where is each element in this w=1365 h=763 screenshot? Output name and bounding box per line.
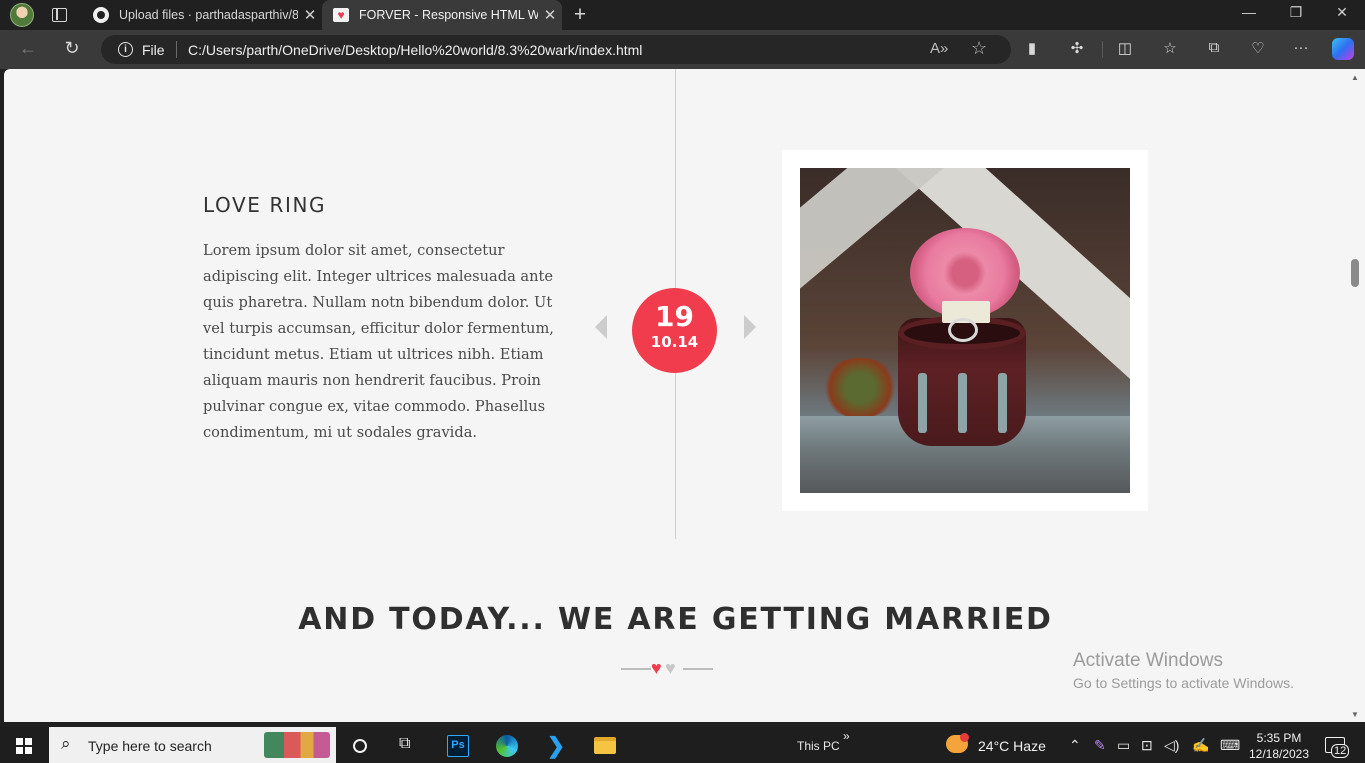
extension-icon[interactable]: ▮ [1021, 39, 1043, 57]
back-button[interactable]: ← [16, 38, 40, 59]
close-tab-icon[interactable]: ✕ [298, 6, 322, 24]
photoshop-icon[interactable]: Ps [447, 735, 469, 757]
url-text[interactable]: C:/Users/parth/OneDrive/Desktop/Hello%20… [188, 42, 642, 58]
close-tab-icon[interactable]: ✕ [538, 6, 562, 24]
collections-icon[interactable]: ⧉ [1203, 39, 1225, 56]
weather-alert-badge [960, 733, 969, 742]
notification-count-badge: 12 [1331, 744, 1350, 758]
vscode-icon[interactable]: ❯ [545, 735, 567, 757]
scrollbar-thumb[interactable] [1351, 259, 1359, 287]
profile-avatar[interactable] [10, 3, 34, 27]
tab-title: Upload files · parthadasparthiv/8 [119, 8, 298, 22]
windows-taskbar: ⌕ Type here to search ⧉ Ps ❯ This PC » 2… [0, 727, 1365, 763]
battery-icon[interactable]: ▭ [1117, 737, 1130, 754]
browser-toolbar: ← ↻ i File C:/Users/parth/OneDrive/Deskt… [0, 30, 1365, 69]
heart-outline-icon: ♥ [665, 658, 676, 678]
ring-box-photo [800, 168, 1130, 493]
page-scrollbar[interactable]: ▲ ▼ [1347, 69, 1365, 722]
file-explorer-icon[interactable] [594, 737, 616, 754]
event-month-year: 10.14 [650, 333, 699, 351]
chevron-up-icon[interactable]: ⌃ [1069, 737, 1081, 754]
search-placeholder: Type here to search [88, 738, 212, 754]
weather-text[interactable]: 24°C Haze [978, 738, 1046, 754]
section-title: AND TODAY... WE ARE GETTING MARRIED [298, 602, 1053, 637]
address-separator [176, 41, 177, 58]
previous-event-arrow-icon[interactable] [595, 315, 607, 339]
split-screen-icon[interactable]: ◫ [1114, 39, 1136, 57]
read-aloud-icon[interactable]: A» [930, 40, 948, 57]
event-photo-frame [782, 150, 1148, 511]
watermark-line2: Go to Settings to activate Windows. [1073, 675, 1294, 691]
next-event-arrow-icon[interactable] [744, 315, 756, 339]
more-menu-icon[interactable]: ··· [1290, 39, 1312, 56]
clock-date: 12/18/2023 [1248, 747, 1310, 761]
address-bar[interactable]: i File C:/Users/parth/OneDrive/Desktop/H… [101, 35, 1011, 64]
copilot-icon[interactable] [1332, 38, 1354, 60]
start-button[interactable] [16, 738, 32, 754]
activate-windows-watermark: Activate Windows Go to Settings to activ… [1073, 650, 1294, 691]
scroll-down-icon[interactable]: ▼ [1351, 710, 1359, 719]
watermark-line1: Activate Windows [1073, 650, 1223, 671]
event-description: Lorem ipsum dolor sit amet, consectetur … [203, 242, 554, 441]
this-pc-toolbar[interactable]: This PC [797, 739, 840, 753]
network-icon[interactable]: ⊡ [1141, 737, 1153, 754]
browser-tab-upload[interactable]: Upload files · parthadasparthiv/8 ✕ [82, 0, 322, 30]
scheme-label: File [142, 42, 165, 58]
tab-title: FORVER - Responsive HTML Wed [359, 8, 538, 22]
cortana-icon[interactable] [353, 739, 367, 753]
event-title: LOVE RING [203, 193, 327, 217]
page-viewport: LOVE RING Lorem ipsum dolor sit amet, co… [4, 69, 1347, 722]
taskbar-search-box[interactable]: ⌕ Type here to search [49, 727, 336, 763]
tab-actions-icon[interactable] [52, 8, 67, 22]
search-highlight-image [264, 732, 330, 758]
task-view-icon[interactable]: ⧉ [399, 735, 421, 757]
heart-icon: ♥ [333, 7, 349, 23]
handwriting-icon[interactable]: ✍ [1192, 737, 1209, 754]
minimize-button[interactable]: — [1226, 4, 1272, 20]
scroll-up-icon[interactable]: ▲ [1351, 73, 1359, 82]
close-window-button[interactable]: ✕ [1319, 4, 1365, 21]
pen-icon[interactable]: ✎ [1094, 737, 1106, 754]
browser-essentials-icon[interactable]: ♡ [1247, 39, 1269, 57]
browser-titlebar: Upload files · parthadasparthiv/8 ✕ ♥ FO… [0, 0, 1365, 30]
event-date-badge: 19 10.14 [632, 288, 717, 373]
new-tab-button[interactable]: + [570, 3, 590, 27]
github-icon [93, 7, 109, 23]
event-day: 19 [655, 300, 694, 333]
restore-button[interactable]: ❐ [1273, 4, 1319, 21]
favorites-icon[interactable]: ☆ [1159, 39, 1181, 57]
chevron-right-icon[interactable]: » [843, 729, 850, 743]
extensions-puzzle-icon[interactable]: ✣ [1066, 39, 1088, 57]
system-clock[interactable]: 5:35 PM 12/18/2023 [1248, 730, 1310, 762]
heart-icon: ♥ [651, 658, 662, 678]
refresh-button[interactable]: ↻ [60, 38, 84, 59]
browser-tab-forver[interactable]: ♥ FORVER - Responsive HTML Wed ✕ [322, 0, 562, 30]
info-icon[interactable]: i [118, 42, 133, 57]
clock-time: 5:35 PM [1256, 731, 1302, 745]
volume-icon[interactable]: ◁) [1164, 737, 1179, 754]
edge-icon[interactable] [496, 735, 518, 757]
search-icon: ⌕ [61, 734, 71, 753]
heart-divider: ♥ ♥ [621, 659, 713, 679]
favorite-star-icon[interactable]: ☆ [971, 38, 987, 59]
keyboard-icon[interactable]: ⌨ [1220, 737, 1240, 754]
